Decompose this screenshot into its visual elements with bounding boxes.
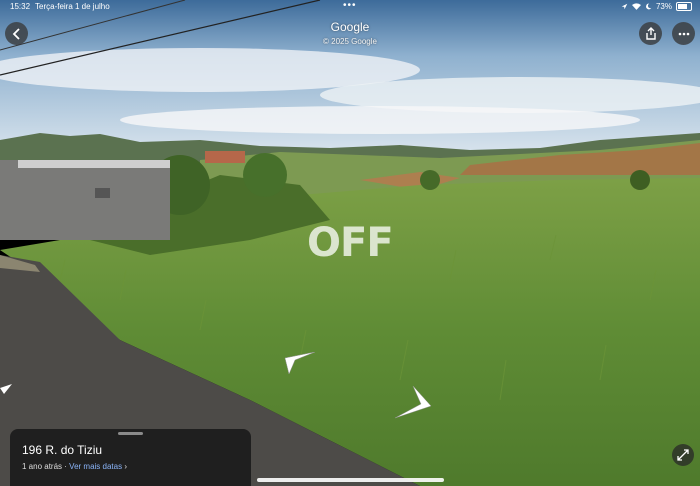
- more-icon: [678, 32, 689, 35]
- home-indicator[interactable]: [257, 478, 444, 482]
- drag-handle[interactable]: [118, 432, 143, 435]
- separator-dot: ·: [64, 462, 67, 471]
- capture-age: 1 ano atrás: [22, 462, 63, 471]
- chevron-right-icon: ›: [124, 462, 127, 471]
- wifi-icon: [631, 3, 641, 10]
- watermark-text: OFF: [307, 220, 394, 266]
- more-button[interactable]: [672, 22, 695, 45]
- navigation-arrow-icon[interactable]: [393, 384, 433, 420]
- copyright-text: © 2025 Google: [323, 37, 377, 46]
- navigation-arrow-icon[interactable]: [0, 384, 14, 398]
- address-title: 196 R. do Tiziu: [22, 443, 103, 457]
- moon-icon: [646, 3, 652, 10]
- location-icon: [621, 3, 628, 10]
- battery-fill: [678, 4, 687, 9]
- location-info-card[interactable]: 196 R. do Tiziu 1 ano atrás · Ver mais d…: [10, 429, 251, 486]
- battery-percent: 73%: [655, 2, 672, 11]
- expand-button[interactable]: [672, 444, 694, 466]
- page-title: Google: [330, 20, 370, 34]
- status-date: Terça-feira 1 de julho: [35, 2, 110, 11]
- status-bar: 15:32 Terça-feira 1 de julho ••• 73%: [0, 0, 700, 14]
- expand-icon: [677, 449, 689, 461]
- share-button[interactable]: [639, 22, 662, 45]
- see-more-dates-link[interactable]: Ver mais datas: [69, 462, 122, 471]
- status-time: 15:32: [10, 2, 31, 11]
- multitask-dots-icon[interactable]: •••: [343, 0, 357, 11]
- capture-date-row: 1 ano atrás · Ver mais datas ›: [22, 462, 127, 471]
- navigation-arrow-icon[interactable]: [283, 352, 317, 376]
- battery-icon: [676, 2, 692, 11]
- share-icon: [645, 27, 656, 40]
- status-indicators: 73%: [621, 2, 692, 11]
